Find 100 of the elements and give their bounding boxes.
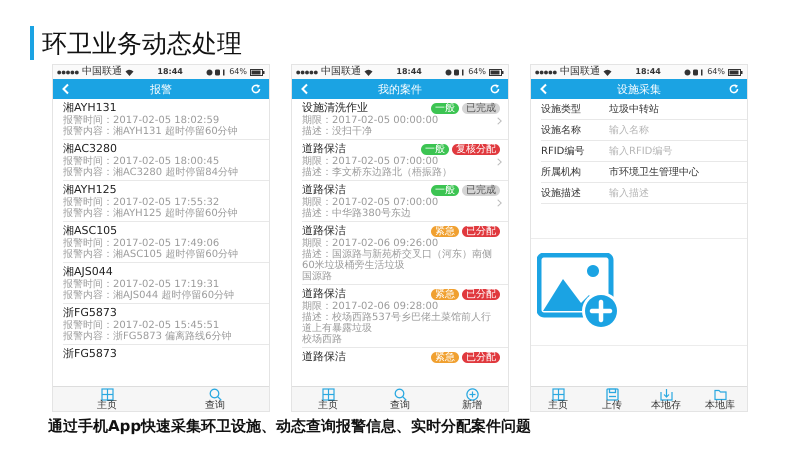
wifi-icon [603,68,612,76]
list-item[interactable]: 浙FG5873 报警时间：2017-02-05 15:45:51 报警内容：浙FG5873 偏离路线6分钟 [63,304,269,345]
item-title: 湘AYH125 [63,183,117,196]
plus-circle-icon [466,388,478,401]
input-field[interactable]: 输入名称 [605,124,747,136]
tab-button[interactable]: 主页 [292,387,364,411]
item-detail: 期限：2017-02-05 07:00:00 [302,197,440,208]
item-detail: 期限：2017-02-05 00:00:00 [302,115,440,126]
item-detail: 描述：李文桥东边路北（梧振路） [302,167,453,178]
status-tag: 复核分配 [452,144,500,154]
input-field[interactable]: 输入描述 [605,188,747,198]
list-item[interactable]: 湘AJS044 报警时间：2017-02-05 17:19:31 报警内容：湘AJS044 超时停留60分钟 [63,263,269,304]
status-tag: 紧急 [431,288,459,300]
item-detail: 报警内容：湘AYH125 超时停留60分钟 [63,208,239,219]
search-icon [394,388,406,401]
refresh-icon[interactable] [729,84,739,94]
list-item[interactable]: 设施清洗作业 一般 已完成 期限：2017-02-05 00:00:00 描述：没扫干净 [302,99,508,140]
back-icon[interactable] [539,83,549,95]
status-tag: 已分配 [462,352,500,362]
field-label: 设施类型 [541,102,582,116]
list-item[interactable]: 浙FG5873 [63,345,269,363]
clock-time: 18:44 [396,67,422,77]
battery-icon [489,68,504,76]
item-detail: 报警时间：2017-02-05 17:19:31 [63,279,220,290]
status-indicator-icon [445,68,466,76]
grid-icon [552,388,564,401]
input-field[interactable]: 输入RFID编号 [605,146,747,156]
grid-icon [322,388,334,401]
field-label: 设施描述 [541,186,582,200]
item-title: 道路保洁 [302,287,346,300]
back-icon[interactable] [300,83,310,95]
item-detail: 期限：2017-02-05 07:00:00 [302,156,440,167]
item-detail: 报警时间：2017-02-05 17:49:06 [63,238,220,249]
item-detail: 报警内容：湘AYH131 超时停留60分钟 [63,126,239,137]
refresh-icon[interactable] [490,84,500,94]
accent-bar [30,26,34,60]
status-tag: 已分配 [462,288,500,300]
list-item[interactable]: 道路保洁 紧急 已分配 [302,348,508,366]
battery-percent: 64% [468,67,486,77]
slide-title: 环卫业务动态处理 [42,28,242,60]
screen-title: 报警 [150,82,172,96]
list-item[interactable]: 湘AYH131 报警时间：2017-02-05 18:02:59 报警内容：湘AYH131 超时停留60分钟 [63,99,269,140]
status-tag: 已分配 [462,226,500,236]
list-item[interactable]: 道路保洁 一般 已完成 期限：2017-02-05 07:00:00 描述：中华路380号东边 [302,181,508,222]
tab-button[interactable]: 本地存 [639,387,693,411]
carrier-name: 中国联通 [321,67,361,77]
item-title: 设施清洗作业 [302,101,368,114]
item-title: 道路保洁 [302,350,346,364]
battery-percent: 64% [707,67,725,77]
search-icon [208,388,222,401]
item-detail: 报警时间：2017-02-05 18:00:45 [63,156,220,167]
tab-button[interactable]: 上传 [585,387,639,411]
item-detail: 报警时间：2017-02-05 17:55:32 [63,197,220,208]
input-field[interactable]: 市环境卫生管理中心 [605,166,747,178]
list-item[interactable]: 道路保洁 一般 复核分配 期限：2017-02-05 07:00:00 描述：李文桥东边路北（梧振路） [302,140,508,181]
signal-dots-icon [296,70,318,74]
folder-icon [714,388,726,401]
status-tag: 一般 [421,144,449,154]
download-tray-icon [660,388,672,401]
list-item[interactable]: 道路保洁 紧急 已分配 期限：2017-02-06 09:28:00 描述：校场西路537号乡巴佬土菜馆前人行道上有暴露垃圾 校场西路 [302,285,508,348]
tab-button[interactable]: 查询 [364,387,436,411]
item-detail: 报警时间：2017-02-05 18:02:59 [63,115,220,126]
input-field[interactable]: 垃圾中转站 [605,104,747,114]
item-detail: 报警内容：湘AJS044 超时停留60分钟 [63,290,236,301]
status-tag: 一般 [431,184,459,196]
screen-title: 设施采集 [617,82,661,96]
item-detail: 描述：中华路380号东边 [302,208,412,219]
field-label: 设施名称 [541,124,582,137]
list-item[interactable]: 湘AC3280 报警时间：2017-02-05 18:00:45 报警内容：湘AC3280 超时停留84分钟 [63,140,269,181]
signal-dots-icon [535,70,557,74]
clock-time: 18:44 [635,67,661,77]
list-item[interactable]: 道路保洁 紧急 已分配 期限：2017-02-06 09:26:00 描述：国源路与新苑桥交叉口（河东）南侧60米垃圾桶旁生活垃圾 国源路 [302,222,508,285]
tab-button[interactable]: 主页 [53,387,161,411]
item-detail: 国源路 [302,271,333,282]
item-title: 湘AYH131 [63,101,117,114]
item-detail: 校场西路 [302,334,343,345]
tab-button[interactable]: 新增 [436,387,508,411]
clock-time: 18:44 [157,67,183,77]
tab-button[interactable]: 本地库 [693,387,747,411]
item-detail: 描述：国源路与新苑桥交叉口（河东）南侧60米垃圾桶旁生活垃圾 [302,249,493,271]
screen-title: 我的案件 [378,82,422,96]
item-title: 道路保洁 [302,183,346,196]
item-detail: 报警内容：湘AC3280 超时停留84分钟 [63,167,239,178]
back-icon[interactable] [61,83,71,95]
carrier-name: 中国联通 [560,67,600,77]
list-item[interactable]: 湘ASC105 报警时间：2017-02-05 17:49:06 报警内容：湘ASC105 超时停留60分钟 [63,222,269,263]
item-title: 湘ASC105 [63,224,118,238]
battery-icon [728,68,743,76]
grid-icon [100,388,114,401]
tab-button[interactable]: 查询 [161,387,269,411]
item-title: 浙FG5873 [63,306,117,320]
item-detail: 描述：没扫干净 [302,126,373,137]
list-item[interactable]: 湘AYH125 报警时间：2017-02-05 17:55:32 报警内容：湘AYH125 超时停留60分钟 [63,181,269,222]
carrier-name: 中国联通 [82,67,122,77]
item-title: 湘AJS044 [63,265,113,278]
battery-icon [250,68,265,76]
status-indicator-icon [206,68,226,76]
refresh-icon[interactable] [251,84,261,94]
tab-button[interactable]: 主页 [531,387,585,411]
wifi-icon [364,68,373,76]
